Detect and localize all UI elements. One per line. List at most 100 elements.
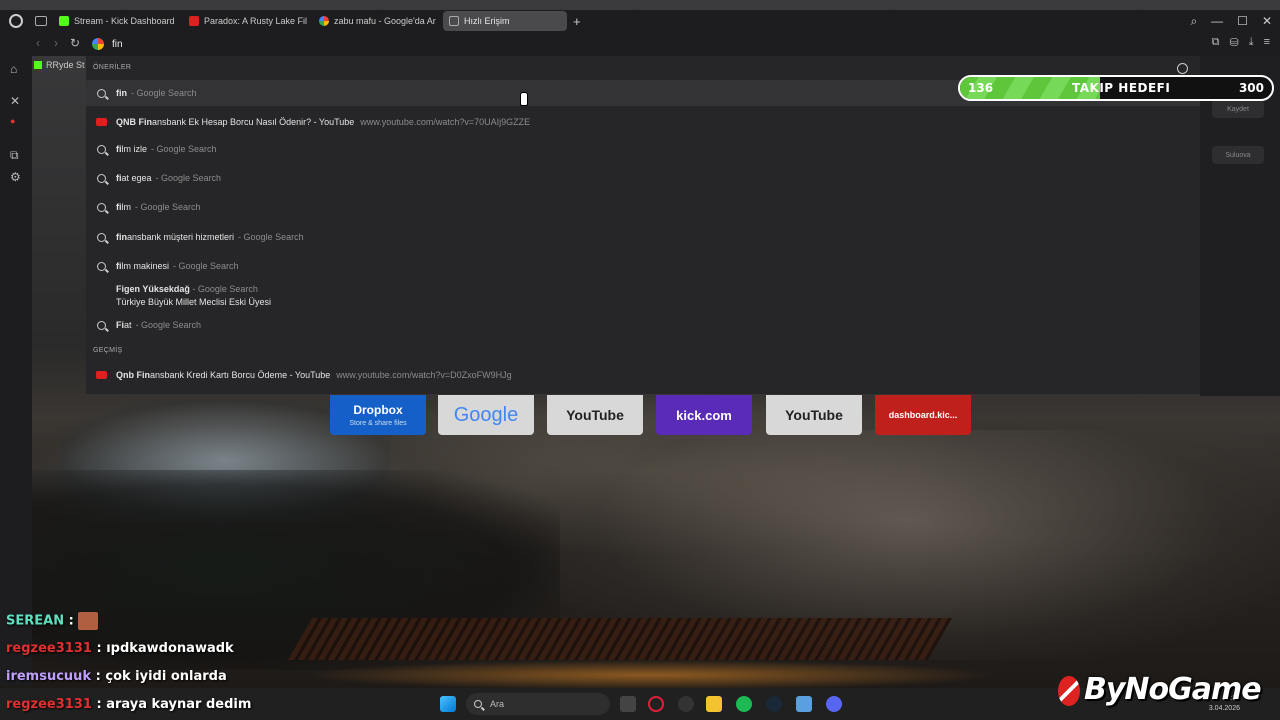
rest-text: lm bbox=[121, 202, 132, 212]
obs-icon[interactable] bbox=[678, 696, 694, 712]
grid-icon bbox=[449, 16, 459, 26]
tab-label: zabu mafu - Google'da Ar bbox=[334, 16, 436, 26]
panel-button[interactable]: Suluova bbox=[1212, 146, 1264, 164]
youtube-icon bbox=[95, 371, 107, 379]
back-icon[interactable]: ‹ bbox=[36, 36, 40, 50]
search-placeholder: Ara bbox=[490, 699, 505, 709]
chat-emote bbox=[78, 612, 99, 630]
youtube-icon bbox=[189, 16, 199, 26]
extensions-icon[interactable]: ⧉ bbox=[1212, 36, 1220, 49]
tab-google-search[interactable]: zabu mafu - Google'da Ar bbox=[313, 11, 437, 31]
source-text: - Google Search bbox=[135, 202, 201, 212]
suggestion-item[interactable]: film - Google Search bbox=[86, 194, 1200, 220]
url-text: www.youtube.com/watch?v=70UAIj9GZZE bbox=[360, 117, 531, 127]
url-text: www.youtube.com/watch?v=D0ZxoFW9HJg bbox=[336, 370, 512, 380]
match-text: Qnb Fin bbox=[116, 370, 150, 380]
wallet-icon[interactable]: ⛁ bbox=[1229, 36, 1238, 49]
tile-label: Google bbox=[453, 403, 519, 426]
rest-text: ansbank müşteri hizmetleri bbox=[127, 232, 235, 242]
speed-dial-google[interactable]: Google bbox=[438, 395, 534, 435]
file-explorer-icon[interactable] bbox=[706, 696, 722, 712]
speed-dial-youtube[interactable]: YouTube bbox=[547, 395, 643, 435]
forward-icon[interactable]: › bbox=[54, 36, 58, 50]
tile-label: Dropbox bbox=[353, 403, 403, 417]
chat-text: çok iyidi onlarda bbox=[105, 669, 227, 684]
download-icon[interactable]: ⤓ bbox=[1249, 36, 1254, 49]
match-text: QNB Fin bbox=[116, 117, 152, 127]
speed-dial-kick[interactable]: kick.com bbox=[656, 395, 752, 435]
settings-app-icon[interactable] bbox=[796, 696, 812, 712]
entity-suggestion[interactable]: Figen Yüksekdağ - Google Search Türkiye … bbox=[116, 283, 271, 309]
source-text: - Google Search bbox=[173, 261, 239, 271]
discord-icon[interactable] bbox=[826, 696, 842, 712]
suggestion-item[interactable]: finansbank müşteri hizmetleri - Google S… bbox=[86, 224, 1200, 250]
steam-icon[interactable] bbox=[766, 696, 782, 712]
address-bar[interactable] bbox=[86, 34, 1196, 54]
panel-button[interactable]: Kaydet bbox=[1212, 100, 1264, 118]
maximize-icon[interactable]: ☐ bbox=[1237, 14, 1248, 28]
task-view-icon[interactable] bbox=[620, 696, 636, 712]
close-icon[interactable]: ✕ bbox=[1262, 14, 1272, 28]
source-text: - Google Search bbox=[135, 320, 202, 330]
address-row: ‹ › ↻ ⧉ ⛁ ⤓ ≡ bbox=[0, 32, 1280, 56]
settings-icon[interactable]: ⚙ bbox=[10, 170, 21, 184]
history-item[interactable]: Qnb Finansbank Kredi Kartı Borcu Ödeme -… bbox=[86, 362, 1200, 388]
goal-label: TAKIP HEDEFI bbox=[1072, 81, 1171, 95]
minimize-icon[interactable]: — bbox=[1211, 14, 1223, 28]
rest-text: lm izle bbox=[121, 144, 148, 154]
google-icon bbox=[92, 38, 104, 50]
speed-dial-dashboard[interactable]: dashboard.kic... bbox=[875, 395, 971, 435]
source-text: - Google Search bbox=[238, 232, 304, 242]
tab-speed-dial[interactable]: Hızlı Erişim bbox=[443, 11, 567, 31]
opera-logo-icon[interactable] bbox=[9, 14, 23, 28]
search-icon bbox=[96, 88, 106, 98]
reload-icon[interactable]: ↻ bbox=[70, 36, 80, 50]
speed-dial-dropbox[interactable]: Dropbox Store & share files bbox=[330, 395, 426, 435]
source-text: - Google Search bbox=[155, 173, 222, 183]
address-input[interactable] bbox=[112, 38, 512, 50]
menu-icon[interactable]: ≡ bbox=[1264, 36, 1270, 49]
tab-paradox[interactable]: Paradox: A Rusty Lake Fil bbox=[183, 11, 307, 31]
speed-dial-youtube[interactable]: YouTube bbox=[766, 395, 862, 435]
search-icon bbox=[474, 700, 482, 708]
x-icon[interactable]: ✕ bbox=[10, 94, 20, 108]
spotify-icon[interactable] bbox=[736, 696, 752, 712]
entity-subtitle: Türkiye Büyük Millet Meclisi Eski Üyesi bbox=[116, 297, 272, 307]
youtube-icon[interactable]: ● bbox=[10, 116, 15, 126]
emoji-icon[interactable] bbox=[1177, 63, 1188, 74]
suggestions-dropdown: ÖNERİLER fin - Google Search QNB Finansb… bbox=[86, 56, 1200, 394]
speed-dial-icon[interactable]: ⌂ bbox=[10, 62, 17, 76]
search-icon bbox=[96, 232, 106, 242]
search-tabs-icon[interactable]: ⌕ bbox=[1190, 14, 1197, 29]
rest-text: lm makinesi bbox=[121, 261, 170, 271]
suggestion-item[interactable]: film izle - Google Search bbox=[86, 136, 1200, 162]
chat-message: regzee3131 : araya kaynar dedim bbox=[6, 697, 252, 712]
suggestions-header: ÖNERİLER bbox=[93, 64, 132, 71]
taskbar-search[interactable]: Ara bbox=[466, 693, 610, 715]
brand-text: ByNoGame bbox=[1084, 672, 1262, 707]
kick-icon bbox=[59, 16, 69, 26]
tile-label: YouTube bbox=[566, 407, 624, 423]
brand-logo-icon bbox=[1058, 675, 1080, 706]
extensions-icon[interactable]: ⧉ bbox=[10, 148, 19, 163]
suggestion-item[interactable]: Fiat - Google Search bbox=[86, 312, 1200, 338]
suggestion-item[interactable]: fiat egea - Google Search bbox=[86, 165, 1200, 191]
light-glow bbox=[300, 660, 1000, 690]
new-tab-button[interactable]: + bbox=[573, 14, 581, 29]
tile-label: dashboard.kic... bbox=[888, 410, 958, 420]
tab-kick-dashboard[interactable]: Stream - Kick Dashboard bbox=[53, 11, 177, 31]
goal-target: 300 bbox=[1238, 81, 1264, 95]
chat-message: regzee3131 : ıpdkawdonawadk bbox=[6, 641, 234, 656]
chat-username: iremsucuuk bbox=[6, 669, 92, 684]
match-text: Fi bbox=[116, 320, 124, 330]
chat-username: SEREAN bbox=[6, 613, 65, 629]
suggestion-item[interactable]: film makinesi - Google Search bbox=[86, 253, 1200, 279]
chat-text: araya kaynar dedim bbox=[106, 697, 252, 712]
suggestion-item[interactable]: QNB Finansbank Ek Hesap Borcu Nasıl Öden… bbox=[86, 109, 1200, 135]
mouse-cursor-icon bbox=[520, 92, 528, 106]
opera-icon[interactable] bbox=[648, 696, 664, 712]
bookmark-item[interactable]: RRyde St bbox=[34, 60, 85, 70]
workspaces-icon[interactable] bbox=[35, 16, 47, 26]
windows-start-icon[interactable] bbox=[440, 696, 456, 712]
tile-label: YouTube bbox=[785, 407, 843, 423]
